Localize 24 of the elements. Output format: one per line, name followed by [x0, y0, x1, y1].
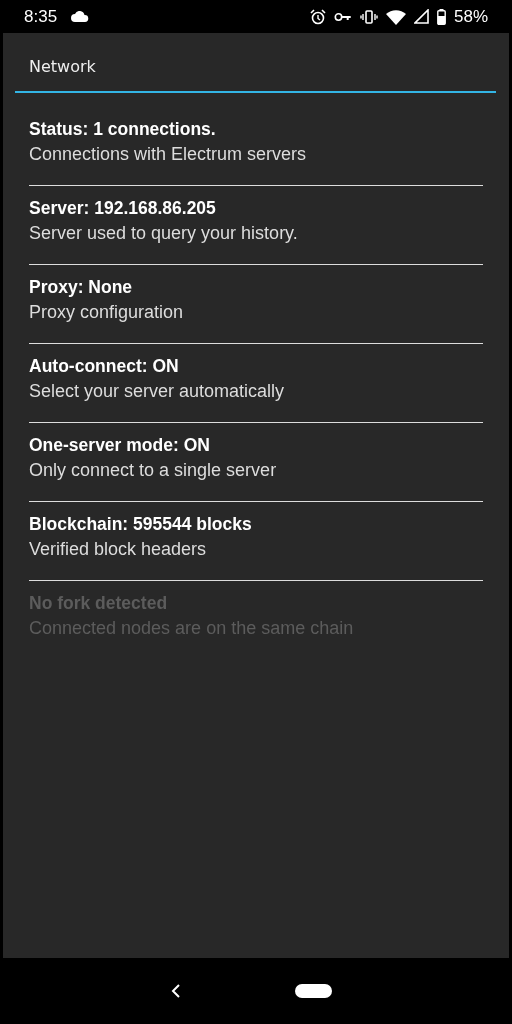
- preference-summary: Server used to query your history.: [29, 222, 299, 245]
- preference-title: Auto-connect: ON: [29, 355, 180, 378]
- key-icon: [333, 11, 352, 22]
- preference-summary: Verified block headers: [29, 538, 208, 561]
- signal-icon: [413, 9, 429, 24]
- preference-summary: Only connect to a single server: [29, 459, 278, 482]
- back-icon[interactable]: [170, 983, 181, 999]
- preference-title: One-server mode: ON: [29, 434, 211, 457]
- vibrate-icon: [359, 9, 378, 24]
- cloud-icon: [71, 11, 90, 22]
- alarm-icon: [309, 8, 326, 25]
- preference-summary: Proxy configuration: [29, 301, 185, 324]
- preference-summary: Connections with Electrum servers: [29, 143, 308, 166]
- preference-title: Proxy: None: [29, 276, 134, 299]
- clock-time: 8:35: [24, 6, 58, 27]
- battery-percent: 58%: [453, 6, 488, 27]
- home-button[interactable]: [294, 984, 332, 998]
- preference-title: Blockchain: 595544 blocks: [29, 513, 253, 536]
- preference-title: Status: 1 connections.: [29, 118, 217, 141]
- battery-icon: [436, 8, 446, 25]
- preference-title: Server: 192.168.86.205: [29, 197, 217, 220]
- preference-summary: Select your server automatically: [29, 380, 286, 403]
- wifi-icon: [385, 8, 406, 25]
- dialog-title: Network: [28, 56, 97, 78]
